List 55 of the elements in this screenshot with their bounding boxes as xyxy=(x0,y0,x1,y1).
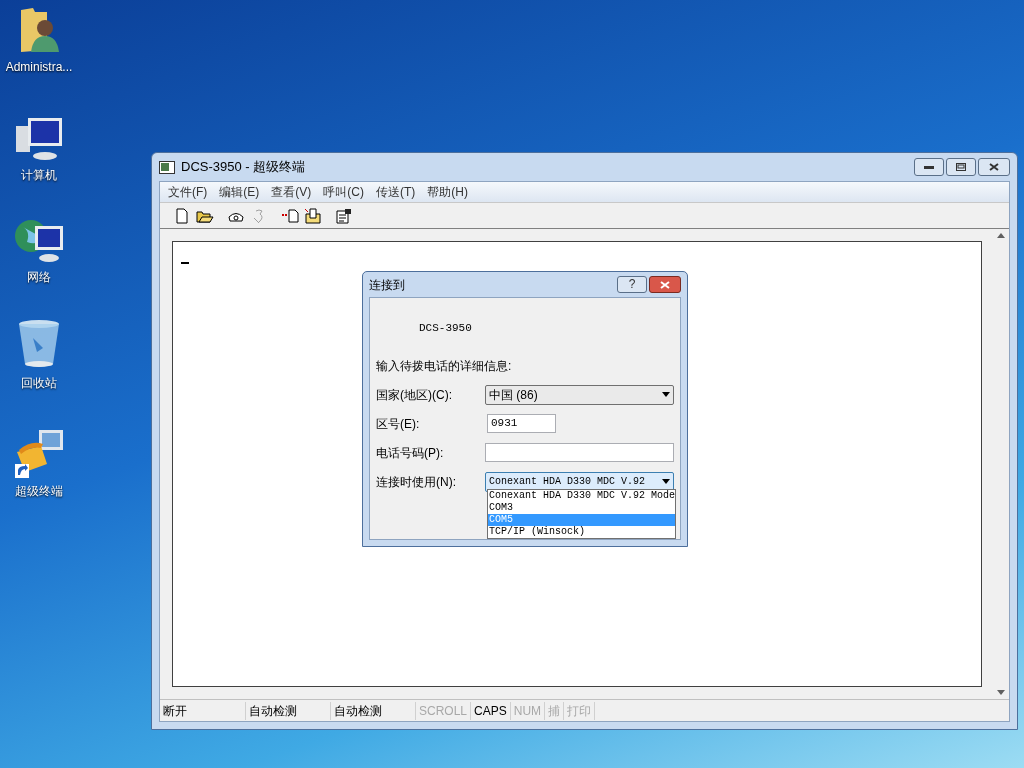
status-item: 捕 xyxy=(545,701,565,720)
menu-item[interactable]: 文件(F) xyxy=(162,183,214,201)
menu-item[interactable]: 编辑(E) xyxy=(213,183,266,201)
recycle-bin-icon xyxy=(17,318,61,370)
status-item: 自动检测 xyxy=(331,701,416,720)
dialog-title: 连接到 xyxy=(369,276,405,294)
dropdown-field[interactable]: 中国 (86) xyxy=(485,384,674,405)
menu-item[interactable]: 呼叫(C) xyxy=(317,183,370,201)
desktop-icon-label[interactable]: Administra... xyxy=(5,58,73,76)
scroll-down-icon[interactable] xyxy=(996,690,1005,695)
desktop-icon-label[interactable]: 回收站 xyxy=(21,374,57,392)
help-button[interactable]: ? xyxy=(617,276,647,293)
restore-icon xyxy=(956,163,966,171)
close-icon xyxy=(660,280,670,289)
field-label: 电话号码(P): xyxy=(376,444,445,462)
text-cursor xyxy=(181,262,189,264)
dropdown-option[interactable]: Conexant HDA D330 MDC V.92 Mode xyxy=(488,490,675,502)
new-document-icon[interactable] xyxy=(173,207,191,224)
text-field[interactable]: 0931 xyxy=(487,413,556,433)
dropdown-arrow-icon xyxy=(662,392,670,397)
scroll-up-icon[interactable] xyxy=(996,233,1005,238)
desktop-icon-label[interactable]: 超级终端 xyxy=(15,482,63,500)
dropdown-option[interactable]: TCP/IP (Winsock) xyxy=(488,526,675,538)
status-item: 打印 xyxy=(564,701,596,720)
send-file-icon[interactable] xyxy=(281,207,299,224)
field-label: 区号(E): xyxy=(376,415,421,433)
status-item: 自动检测 xyxy=(246,701,331,720)
phone-terminal-icon xyxy=(13,428,65,478)
status-item: CAPS xyxy=(471,701,511,720)
menu-item[interactable]: 查看(V) xyxy=(265,183,318,201)
field-label: 国家(地区)(C): xyxy=(376,386,453,404)
status-item: 断开 xyxy=(160,701,246,720)
desktop-icon-label[interactable]: 计算机 xyxy=(21,166,57,184)
dropdown-option[interactable]: COM3 xyxy=(488,502,675,514)
text-field[interactable] xyxy=(485,442,674,462)
desktop-icon-label[interactable]: 网络 xyxy=(27,268,51,286)
terminal-app-icon xyxy=(159,160,175,174)
prompt-text: 输入待拨电话的详细信息: xyxy=(376,357,513,375)
connection-name: DCS-3950 xyxy=(419,321,473,336)
minimize-icon xyxy=(924,165,934,169)
menu-item[interactable]: 传送(T) xyxy=(370,183,422,201)
status-item: NUM xyxy=(510,701,546,720)
close-button[interactable] xyxy=(649,276,681,293)
close-button[interactable] xyxy=(978,158,1010,176)
dropdown-arrow-icon xyxy=(662,479,670,484)
window-title: DCS-3950 - 超级终端 xyxy=(181,158,306,177)
menu-item[interactable]: 帮助(H) xyxy=(421,183,474,201)
receive-file-icon[interactable] xyxy=(304,207,322,224)
properties-icon[interactable] xyxy=(335,207,353,224)
computer-icon xyxy=(14,116,64,162)
field-label: 连接时使用(N): xyxy=(376,473,457,491)
maximize-button[interactable] xyxy=(946,158,976,176)
close-icon xyxy=(989,163,999,171)
status-item: SCROLL xyxy=(416,701,472,720)
minimize-button[interactable] xyxy=(914,158,944,176)
